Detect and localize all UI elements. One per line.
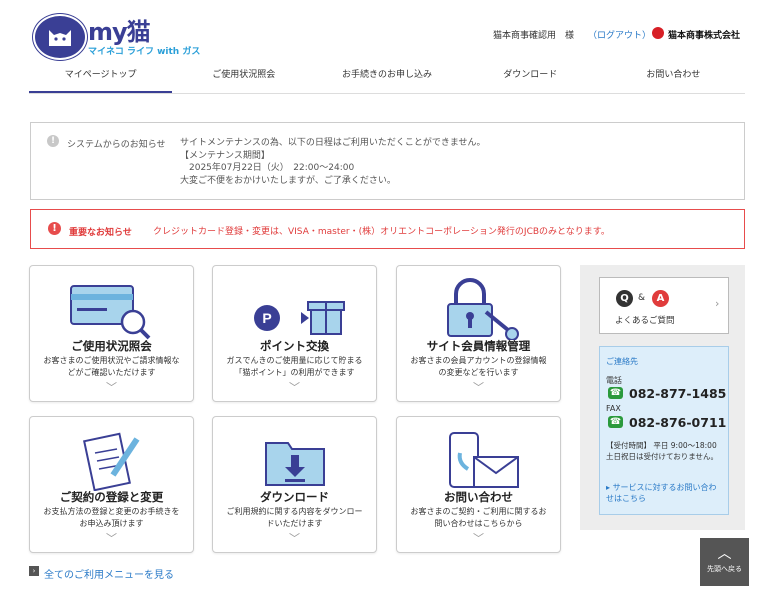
user-name: 猫本商事確認用 様 (493, 31, 575, 41)
card-desc: お支払方法の登録と変更のお手続きをお申込み頂けます (43, 507, 180, 528)
fax-number: 082-876-0711 (629, 415, 727, 430)
card-contract[interactable]: ご契約の登録と変更 お支払方法の登録と変更のお手続きをお申込み頂けます ﹀ (29, 416, 194, 553)
chevron-down-icon: ﹀ (106, 532, 117, 545)
logout-link[interactable]: （ログアウト） (588, 28, 651, 41)
phone-icon: ☎ (608, 387, 623, 399)
phone-mail-icon (397, 429, 560, 491)
logo-cat-icon[interactable] (33, 14, 87, 60)
hours-line: 【受付時間】 平日 9:00～18:00 (606, 441, 717, 450)
nav-item-usage[interactable]: ご使用状況照会 (172, 64, 315, 93)
tel-label: 電話 (606, 376, 622, 385)
card-download[interactable]: ダウンロード ご利用規約に関する内容をダウンロードいただけます ﹀ (212, 416, 377, 553)
faq-label: よくあるご質問 (615, 316, 675, 326)
card-member-info[interactable]: サイト会員情報管理 お客さまの会員アカウントの登録情報の変更などを行います ﹀ (396, 265, 561, 402)
card-title: お問い合わせ (444, 490, 513, 504)
card-desc: お客さまのご使用状況やご請求情報などがご確認いただけます (43, 356, 180, 377)
notice-label: システムからのお知らせ (67, 140, 166, 150)
notice-line: 大変ご不便をおかけいたしますが、ご了承ください。 (180, 175, 396, 186)
card-inquiry[interactable]: お問い合わせ お客さまのご契約・ご利用に関するお問い合わせはこちらから ﹀ (396, 416, 561, 553)
main-nav: マイページトップ ご使用状況照会 お手続きのお申し込み ダウンロード お問い合わ… (29, 64, 745, 94)
nav-item-download[interactable]: ダウンロード (459, 64, 602, 93)
notice-line: 【メンテナンス期間】 (180, 150, 270, 161)
question-icon: Q (616, 290, 633, 307)
important-label: 重要なお知らせ (69, 228, 132, 238)
page-top-button[interactable]: ︿ 先頭へ戻る (700, 538, 749, 586)
svg-text:P: P (262, 310, 271, 326)
business-hours: 【受付時間】 平日 9:00～18:00 土日祝日は受付けておりません。 (606, 440, 724, 462)
logo-title: my猫 (88, 18, 151, 46)
card-desc: お客さまの会員アカウントの登録情報の変更などを行います (410, 356, 547, 377)
faq-amp: & (638, 293, 646, 303)
corp-name: 猫本商事株式会社 (668, 31, 741, 41)
chevron-down-icon: ﹀ (473, 381, 484, 394)
card-usage[interactable]: ご使用状況照会 お客さまのご使用状況やご請求情報などがご確認いただけます ﹀ (29, 265, 194, 402)
chevron-down-icon: ﹀ (289, 381, 300, 394)
answer-icon: A (652, 290, 669, 307)
card-title: サイト会員情報管理 (426, 339, 531, 353)
alert-icon: ! (48, 222, 61, 235)
info-icon: ! (47, 135, 59, 147)
credit-card-search-icon (30, 278, 193, 340)
card-desc: ご利用規約に関する内容をダウンロードいただけます (226, 507, 363, 528)
lock-key-icon (397, 278, 560, 340)
all-menu-link[interactable]: 全てのご利用メニューを見る (44, 566, 174, 581)
notice-line: 2025年07月22日（火） 22:00～24:00 (180, 163, 355, 173)
fax-label: FAX (606, 404, 621, 413)
card-title: ご契約の登録と変更 (59, 490, 164, 504)
service-inquiry-link[interactable]: ▸ サービスに対するお問い合わせはこちら (606, 482, 724, 504)
document-pen-icon (30, 429, 193, 491)
card-title: ご使用状況照会 (71, 339, 152, 353)
card-points[interactable]: P ポイント交換 ガスでんきのご使用量に応じて貯まる「猫ポイント」の利用ができま… (212, 265, 377, 402)
chevron-down-icon: ﹀ (106, 381, 117, 394)
folder-download-icon (213, 429, 376, 491)
chevron-right-icon: › (715, 297, 720, 310)
fax-icon: ☎ (608, 416, 623, 428)
card-desc: お客さまのご契約・ご利用に関するお問い合わせはこちらから (410, 507, 547, 528)
important-text: クレジットカード登録・変更は、VISA・master・(株）オリエントコーポレー… (153, 227, 610, 237)
chevron-down-icon: ﹀ (289, 532, 300, 545)
tel-number[interactable]: 082-877-1485 (629, 386, 726, 401)
notice-line: サイトメンテナンスの為、以下の日程はご利用いただくことができません。 (180, 138, 486, 148)
point-gift-icon: P (213, 278, 376, 340)
service-link-label: サービスに対するお問い合わせはこちら (606, 483, 717, 503)
corp-logo-icon (652, 27, 664, 39)
contact-title: ご連絡先 (606, 357, 638, 366)
chevron-down-icon: ﹀ (473, 532, 484, 545)
nav-item-mypage-top[interactable]: マイページトップ (29, 64, 173, 93)
chevron-up-icon: ︿ (717, 546, 732, 562)
arrow-right-icon: › (29, 566, 39, 576)
nav-item-procedures[interactable]: お手続きのお申し込み (315, 64, 458, 93)
hours-line: 土日祝日は受付けておりません。 (606, 452, 719, 461)
card-title: ポイント交換 (260, 339, 329, 353)
nav-item-contact[interactable]: お問い合わせ (602, 64, 745, 93)
notice-body: サイトメンテナンスの為、以下の日程はご利用いただくことができません。 【メンテナ… (180, 137, 486, 187)
page-top-label: 先頭へ戻る (707, 565, 742, 573)
card-title: ダウンロード (260, 490, 329, 504)
card-desc: ガスでんきのご使用量に応じて貯まる「猫ポイント」の利用ができます (226, 356, 363, 377)
logo-subtitle: マイネコ ライフ with ガス (88, 47, 201, 57)
